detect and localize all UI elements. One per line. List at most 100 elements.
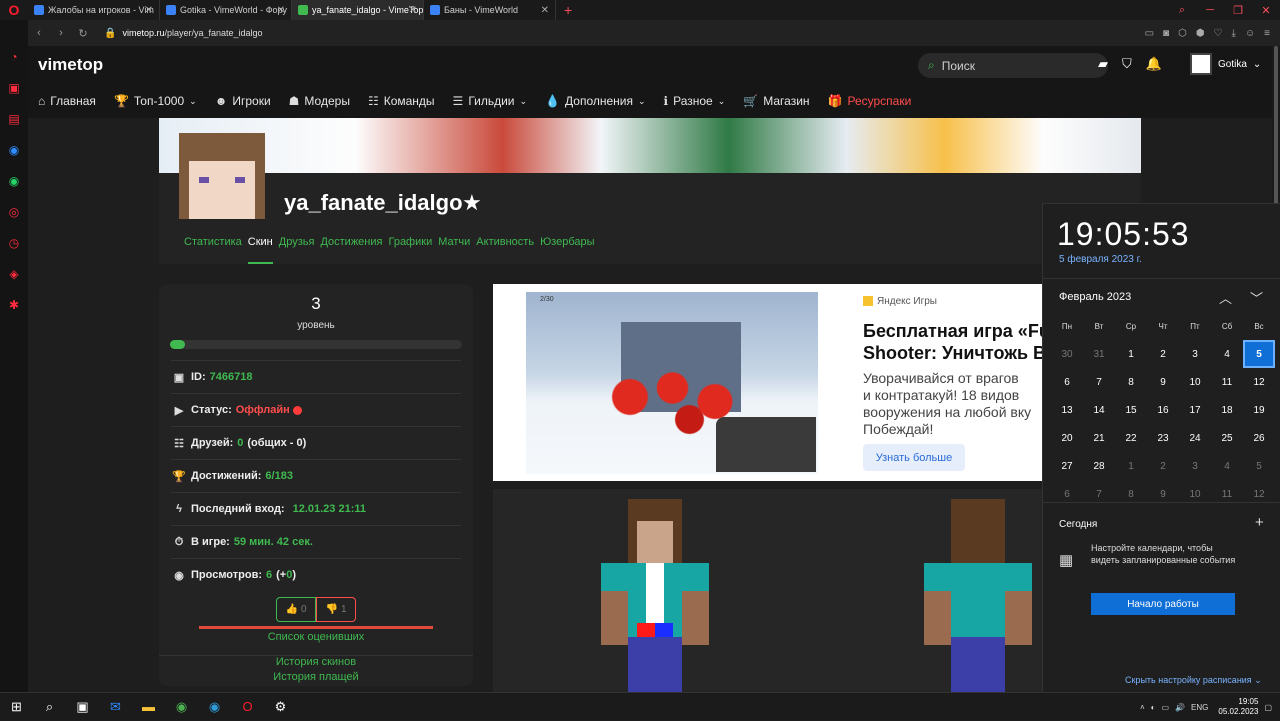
calendar-day[interactable]: 17 xyxy=(1179,396,1211,424)
ad-learn-more-button[interactable]: Узнать больше xyxy=(863,444,965,471)
settings-gear-icon[interactable]: ⚙ xyxy=(264,693,297,721)
cube-icon[interactable]: ◈ xyxy=(0,259,28,290)
minimize-icon[interactable]: ─ xyxy=(1196,0,1224,20)
opera-logo-icon[interactable]: O xyxy=(0,0,28,20)
calendar-day[interactable]: 9 xyxy=(1147,368,1179,396)
windows-start-icon[interactable]: ⊞ xyxy=(0,693,33,721)
tab-statistics[interactable]: Статистика xyxy=(184,236,242,264)
clock-date[interactable]: 5 февраля 2023 г. xyxy=(1059,254,1142,265)
download-icon[interactable]: ⤓ xyxy=(1232,28,1236,39)
start-button[interactable]: Начало работы xyxy=(1091,593,1235,615)
new-tab-button[interactable]: + xyxy=(556,2,580,18)
search-icon[interactable]: ⌕ xyxy=(33,693,66,721)
task-view-icon[interactable]: ▣ xyxy=(66,693,99,721)
calendar-day[interactable]: 10 xyxy=(1179,368,1211,396)
calendar-day[interactable]: 18 xyxy=(1211,396,1243,424)
calendar-day[interactable]: 1 xyxy=(1115,340,1147,368)
skins-history-link[interactable]: История скинов xyxy=(159,655,473,668)
calendar-day[interactable]: 31 xyxy=(1083,340,1115,368)
tab-graphs[interactable]: Графики xyxy=(388,236,432,264)
menu-item-shop[interactable]: 🛒 Магазин xyxy=(743,94,809,108)
calendar-day[interactable]: 24 xyxy=(1179,424,1211,452)
browser-tab-bans[interactable]: Баны - VimeWorld ✕ xyxy=(424,0,556,20)
settings-icon[interactable]: ✱ xyxy=(0,290,28,321)
shield-icon[interactable]: ⬡ xyxy=(1178,28,1187,39)
star-icon[interactable]: ★ xyxy=(462,190,482,216)
tab-achievements[interactable]: Достижения xyxy=(320,236,382,264)
chevron-up-icon[interactable]: ︿ xyxy=(1219,288,1232,307)
menu-item-top1000[interactable]: 🏆 Топ-1000 ⌄ xyxy=(114,94,197,108)
taskbar-clock[interactable]: 19:05 05.02.2023 xyxy=(1218,697,1258,717)
site-logo[interactable]: vimetop xyxy=(38,55,103,75)
calendar-day[interactable]: 20 xyxy=(1051,424,1083,452)
speed-dial-icon[interactable]: ◔ xyxy=(0,42,28,73)
add-event-icon[interactable]: + xyxy=(1255,514,1264,531)
calendar-day[interactable]: 4 xyxy=(1211,340,1243,368)
calendar-day[interactable]: 8 xyxy=(1115,480,1147,508)
calendar-day[interactable]: 2 xyxy=(1147,340,1179,368)
calendar-day[interactable]: 3 xyxy=(1179,452,1211,480)
calendar-day[interactable]: 23 xyxy=(1147,424,1179,452)
menu-item-misc[interactable]: ℹ Разное ⌄ xyxy=(664,94,726,108)
browser-tab-complaints[interactable]: Жалобы на игроков - Vim ✕ xyxy=(28,0,160,20)
opera-icon[interactable]: O xyxy=(231,693,264,721)
search-input[interactable]: ⌕ Поиск xyxy=(918,53,1108,78)
calendar-day[interactable]: 11 xyxy=(1211,480,1243,508)
menu-item-teams[interactable]: ☷ Команды xyxy=(368,94,435,108)
calendar-day[interactable]: 8 xyxy=(1115,368,1147,396)
close-tab-icon[interactable]: ✕ xyxy=(277,5,285,16)
chevron-down-icon[interactable]: ﹀ xyxy=(1250,288,1263,307)
calendar-day[interactable]: 5 xyxy=(1243,452,1275,480)
close-window-icon[interactable]: ✕ xyxy=(1252,0,1280,20)
whatsapp-icon[interactable]: ◉ xyxy=(0,166,28,197)
calendar-day[interactable]: 7 xyxy=(1083,480,1115,508)
like-button[interactable]: 👍 0 xyxy=(276,597,316,622)
tab-matches[interactable]: Матчи xyxy=(438,236,470,264)
language-indicator[interactable]: ENG xyxy=(1191,703,1208,712)
calendar-day[interactable]: 12 xyxy=(1243,368,1275,396)
calendar-day[interactable]: 7 xyxy=(1083,368,1115,396)
calendar-day[interactable]: 26 xyxy=(1243,424,1275,452)
yandex-ad-banner[interactable]: 2/30 Яндекс Игры Бесплатная игра «Fu Shoo… xyxy=(493,284,1053,481)
player-icon[interactable]: ◎ xyxy=(0,197,28,228)
browser-tab-forum[interactable]: Gotika - VimeWorld - Фору ✕ xyxy=(160,0,292,20)
calendar-day[interactable]: 14 xyxy=(1083,396,1115,424)
hide-schedule-link[interactable]: Скрыть настройку расписания ⌄ xyxy=(1125,675,1262,686)
scrollbar-thumb[interactable] xyxy=(1274,46,1278,206)
calendar-day[interactable]: 30 xyxy=(1051,340,1083,368)
network-icon[interactable]: ▭ xyxy=(1162,703,1170,712)
calendar-day-selected[interactable]: 5 xyxy=(1243,340,1275,368)
chat-icon[interactable]: ▰ xyxy=(1098,56,1108,72)
mail-icon[interactable]: ✉ xyxy=(99,693,132,721)
calendar-day[interactable]: 12 xyxy=(1243,480,1275,508)
history-icon[interactable]: ◷ xyxy=(0,228,28,259)
calendar-day[interactable]: 28 xyxy=(1083,452,1115,480)
calendar-day[interactable]: 9 xyxy=(1147,480,1179,508)
camera-icon[interactable]: ◙ xyxy=(1163,28,1169,39)
twitch-icon[interactable]: ▤ xyxy=(0,104,28,135)
menu-item-addons[interactable]: 💧 Дополнения ⌄ xyxy=(545,94,645,108)
tab-userbars[interactable]: Юзербары xyxy=(540,236,594,264)
calendar-day[interactable]: 22 xyxy=(1115,424,1147,452)
chrome-icon[interactable]: ◉ xyxy=(165,693,198,721)
notifications-icon[interactable]: ▢ xyxy=(1264,703,1272,712)
extensions-icon[interactable]: ⬢ xyxy=(1196,28,1205,39)
heart-icon[interactable]: ♡ xyxy=(1214,28,1223,39)
menu-item-moderators[interactable]: ☗ Модеры xyxy=(289,94,350,108)
calendar-day[interactable]: 25 xyxy=(1211,424,1243,452)
calendar-day[interactable]: 13 xyxy=(1051,396,1083,424)
calendar-day[interactable]: 6 xyxy=(1051,368,1083,396)
search-tabs-icon[interactable]: ⌕ xyxy=(1168,0,1196,20)
calendar-day[interactable]: 10 xyxy=(1179,480,1211,508)
user-menu[interactable]: Gotika ⌄ xyxy=(1190,53,1261,75)
calendar-day[interactable]: 27 xyxy=(1051,452,1083,480)
close-tab-icon[interactable]: ✕ xyxy=(541,5,549,16)
calendar-day[interactable]: 19 xyxy=(1243,396,1275,424)
shield-badge-icon[interactable]: ⛉ xyxy=(1122,56,1132,72)
calendar-day[interactable]: 6 xyxy=(1051,480,1083,508)
url-field[interactable]: vimetop.ru/player/ya_fanate_idalgo xyxy=(122,28,262,38)
capes-history-link[interactable]: История плащей xyxy=(159,671,473,683)
tab-activity[interactable]: Активность xyxy=(476,236,534,264)
tab-skin[interactable]: Скин xyxy=(247,236,273,264)
menu-item-players[interactable]: ☻ Игроки xyxy=(215,94,271,108)
